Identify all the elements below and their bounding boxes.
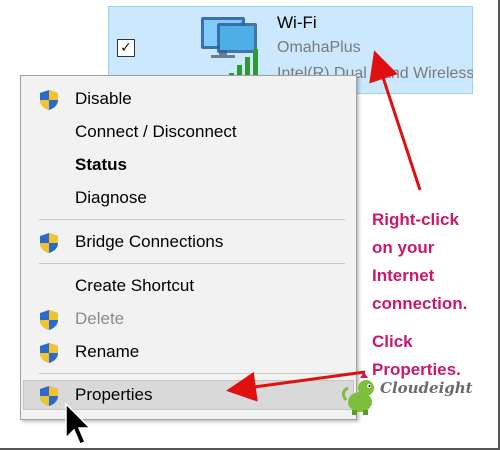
adapter-name: Wi-Fi <box>277 13 317 32</box>
menu-item-bridge-connections[interactable]: Bridge Connections <box>23 227 354 257</box>
menu-item-label: Diagnose <box>75 188 147 207</box>
annotation-line: Internet <box>372 266 435 285</box>
menu-item-label: Connect / Disconnect <box>75 122 237 141</box>
uac-shield-icon <box>40 233 58 253</box>
menu-item-label: Bridge Connections <box>75 232 224 251</box>
context-menu: Disable Connect / Disconnect Status Diag… <box>20 75 357 420</box>
cloudeight-logo: Cloudeight <box>380 379 473 397</box>
menu-item-disable[interactable]: Disable <box>23 84 354 114</box>
select-checkbox[interactable]: ✓ <box>117 39 135 57</box>
menu-item-rename[interactable]: Rename <box>23 337 354 367</box>
menu-item-label: Disable <box>75 89 132 108</box>
annotation-line: Properties. <box>372 360 461 379</box>
mouse-cursor-icon <box>65 402 92 445</box>
menu-item-connect-disconnect[interactable]: Connect / Disconnect <box>23 117 354 147</box>
annotation-line: Click <box>372 332 413 351</box>
menu-item-create-shortcut[interactable]: Create Shortcut <box>23 271 354 301</box>
uac-shield-icon <box>40 90 58 110</box>
menu-separator <box>39 263 345 264</box>
menu-separator <box>39 219 345 220</box>
menu-item-label: Status <box>75 155 127 174</box>
cloudeight-mascot-icon <box>341 372 374 415</box>
menu-item-label: Create Shortcut <box>75 276 195 295</box>
menu-item-diagnose[interactable]: Diagnose <box>23 183 354 213</box>
wifi-network-adapter-icon <box>201 17 258 81</box>
menu-item-status[interactable]: Status <box>23 150 354 180</box>
uac-shield-icon <box>40 310 58 330</box>
annotation-line: on your <box>372 238 435 257</box>
menu-item-label: Rename <box>75 342 140 361</box>
menu-separator <box>39 373 345 374</box>
uac-shield-icon <box>40 386 58 406</box>
menu-item-label: Delete <box>75 309 125 328</box>
adapter-ssid: OmahaPlus <box>277 39 361 56</box>
annotation-line: connection. <box>372 294 468 313</box>
annotation-line: Right-click <box>372 210 459 229</box>
menu-item-delete: Delete <box>23 304 354 334</box>
uac-shield-icon <box>40 343 58 363</box>
